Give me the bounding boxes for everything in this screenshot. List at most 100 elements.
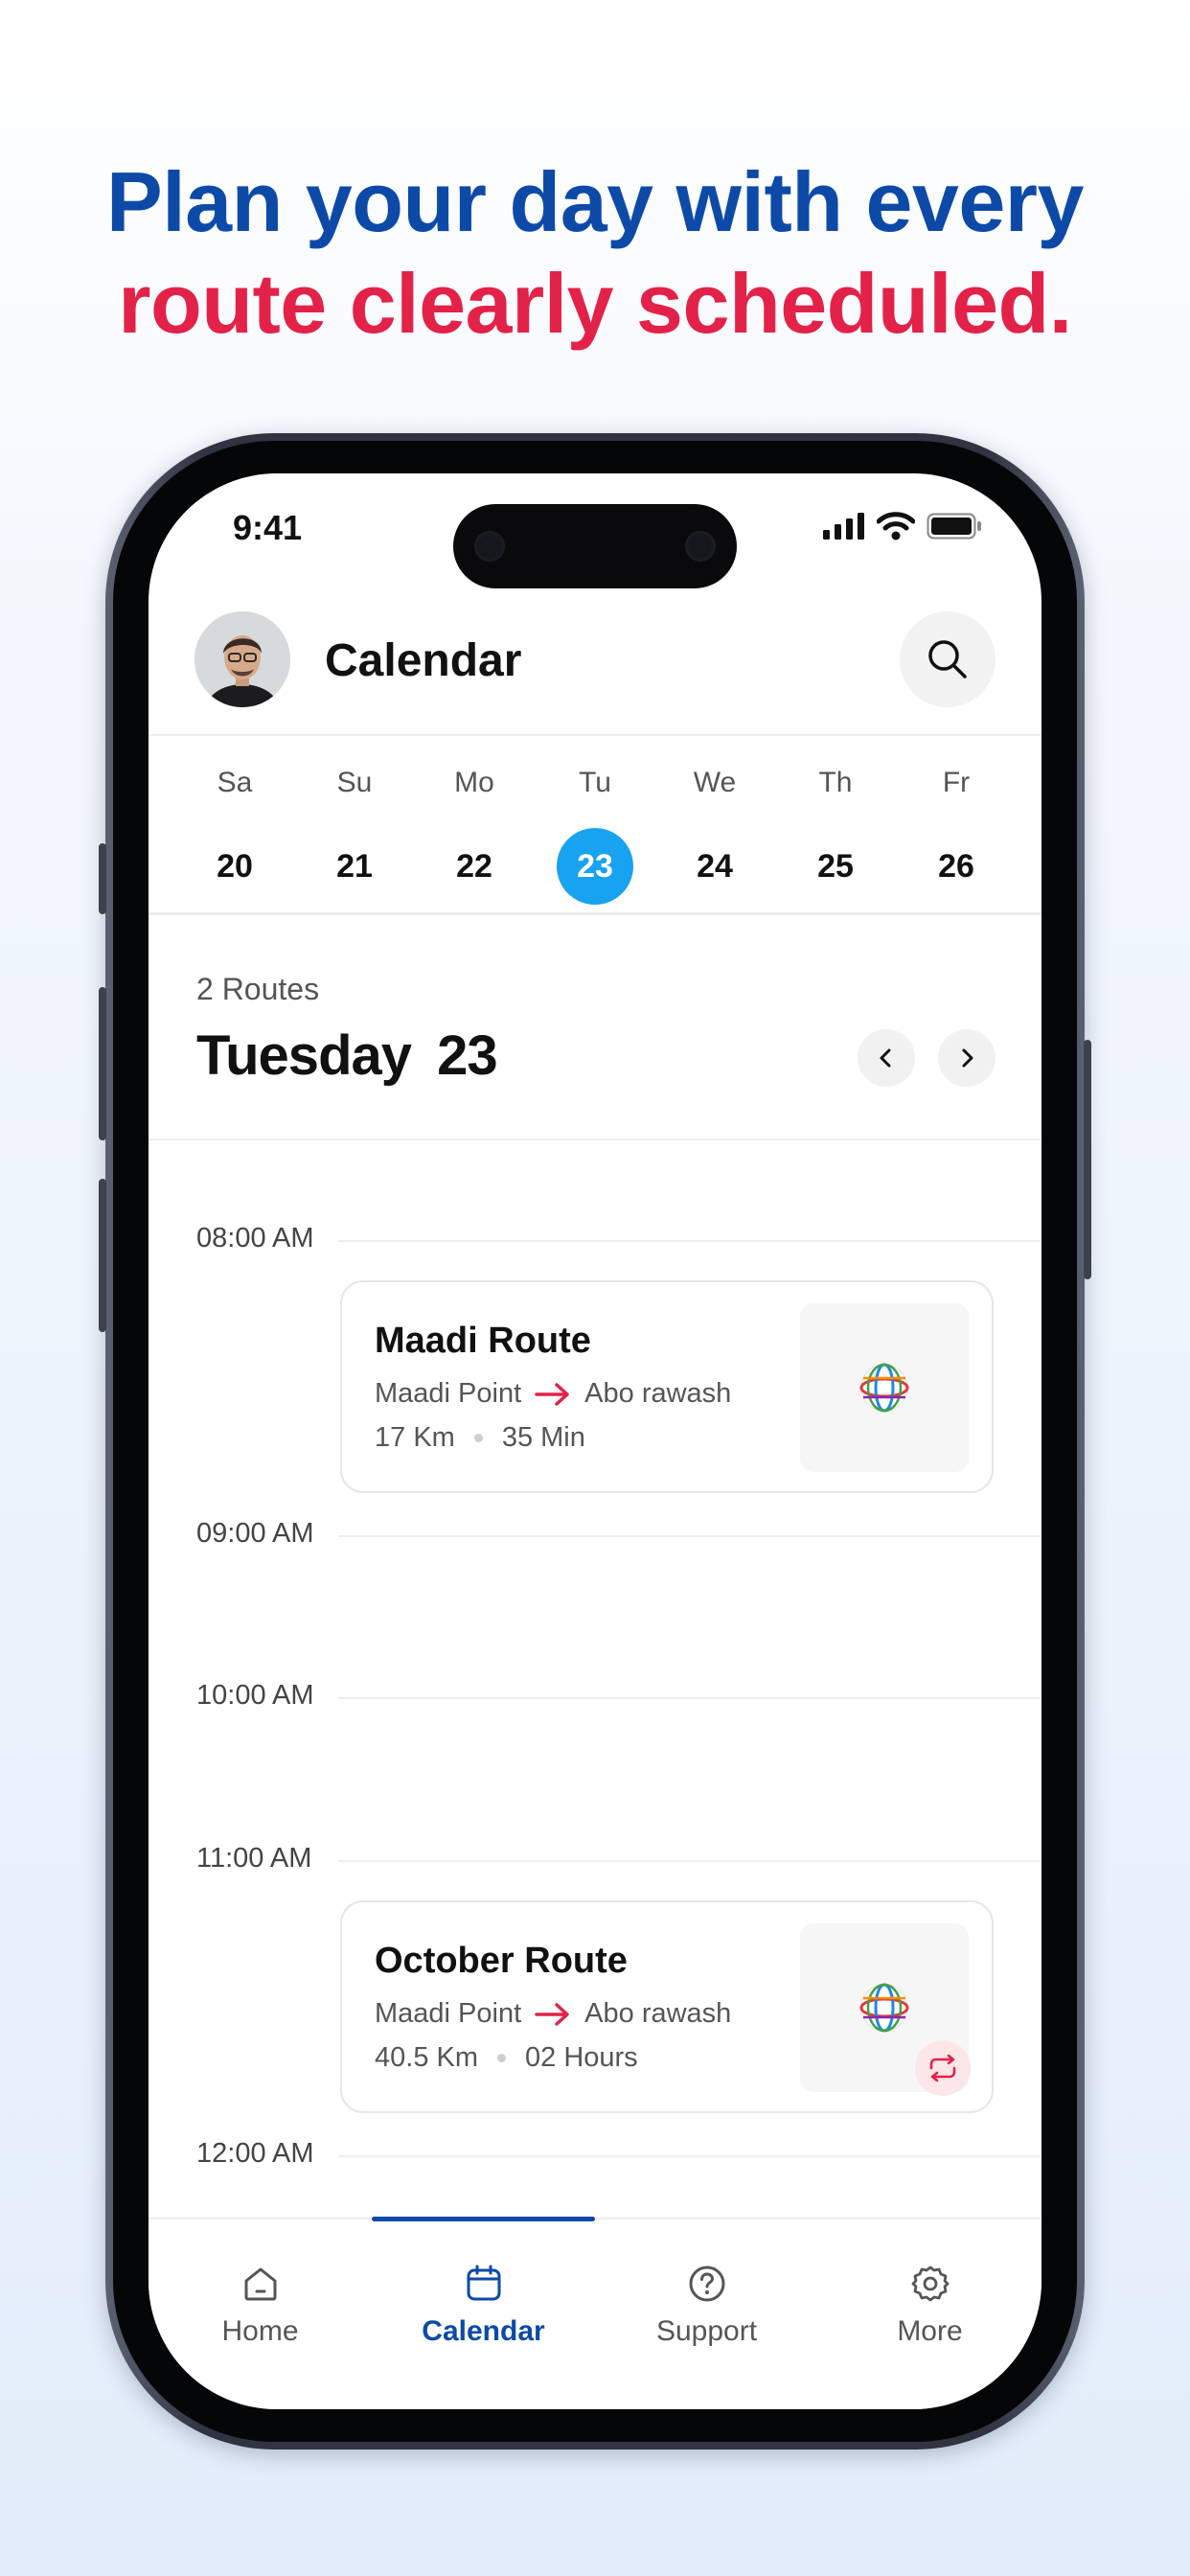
route-name: October Route (375, 1941, 628, 1981)
separator-dot (497, 2054, 506, 2062)
route-card[interactable]: October Route Maadi Point Abo rawash 40.… (340, 1900, 994, 2113)
wifi-icon (877, 512, 915, 540)
previous-day-button[interactable] (858, 1029, 915, 1087)
volume-down-button (99, 1179, 106, 1332)
tab-label: More (897, 2315, 963, 2347)
route-card[interactable]: Maadi Route Maadi Point Abo rawash 17 Km… (340, 1280, 994, 1493)
day-name: Sa (217, 767, 253, 798)
headline: Plan your day with every route clearly s… (0, 151, 1190, 355)
day-number: 21 (336, 848, 373, 885)
route-distance: 40.5 Km (375, 2042, 478, 2073)
status-icons (823, 512, 982, 540)
user-avatar-icon (195, 611, 290, 707)
route-to: Abo rawash (584, 1998, 732, 2029)
phone-screen: 9:41 Calendar Sa 20 Su 21 Mo 22 Tu 23 We… (149, 473, 1041, 2409)
time-label: 09:00 AM (196, 1518, 314, 1549)
day-sa[interactable]: Sa 20 (177, 761, 292, 905)
route-thumbnail (800, 1923, 971, 2096)
route-distance: 17 Km (375, 1422, 455, 1453)
status-time: 9:41 (233, 508, 303, 547)
arrow-right-icon (535, 1382, 569, 1406)
day-number: 22 (456, 848, 492, 885)
time-label: 12:00 AM (196, 2138, 314, 2169)
action-button (99, 843, 106, 914)
day-name: We (693, 767, 737, 798)
separator-dot (473, 1434, 483, 1442)
search-icon (928, 640, 967, 678)
volume-up-button (99, 987, 106, 1140)
gear-icon (911, 2266, 949, 2302)
day-mo[interactable]: Mo 22 (417, 761, 532, 905)
cellular-signal-icon (823, 513, 864, 540)
routes-count: 2 Routes (196, 972, 320, 1006)
front-camera-icon (685, 531, 716, 562)
day-fr[interactable]: Fr 26 (899, 761, 1014, 905)
day-number: 26 (938, 848, 974, 885)
day-name: Fr (942, 767, 971, 798)
tab-label: Support (655, 2315, 758, 2347)
route-duration: 02 Hours (525, 2042, 638, 2073)
route-to: Abo rawash (584, 1378, 732, 1409)
day-heading-number: 23 (437, 1024, 498, 1087)
day-number: 23 (557, 828, 633, 905)
tab-home[interactable]: Home (149, 2258, 372, 2348)
search-button[interactable] (900, 611, 995, 707)
route-path: Maadi Point Abo rawash (375, 1998, 731, 2030)
route-from: Maadi Point (375, 1998, 522, 2029)
tab-label: Calendar (422, 2315, 545, 2347)
route-meta: 40.5 Km 02 Hours (375, 2042, 638, 2074)
bottom-tab-bar: Home Calendar Support More (149, 2217, 1041, 2409)
headline-line-2: route clearly scheduled. (118, 256, 1072, 351)
repeat-icon (929, 2055, 956, 2082)
company-globe-logo-icon (859, 1983, 909, 2033)
day-number: 20 (217, 848, 253, 885)
day-tu-selected[interactable]: Tu 23 (538, 761, 652, 905)
tab-support[interactable]: Support (595, 2258, 818, 2348)
time-gridline (338, 1860, 1041, 1862)
time-gridline (338, 1697, 1041, 1699)
chevron-right-icon (962, 1048, 973, 1068)
tab-label: Home (221, 2315, 299, 2347)
dynamic-island (453, 504, 737, 588)
front-sensor-icon (474, 531, 505, 562)
day-number: 25 (817, 848, 854, 885)
day-name: Th (818, 767, 853, 798)
day-we[interactable]: We 24 (657, 761, 772, 905)
time-label: 11:00 AM (196, 1843, 312, 1874)
day-number: 24 (697, 848, 733, 885)
home-icon (244, 2267, 276, 2301)
route-meta: 17 Km 35 Min (375, 1422, 585, 1454)
time-label: 08:00 AM (196, 1223, 314, 1254)
time-label: 10:00 AM (196, 1680, 314, 1711)
tab-calendar[interactable]: Calendar (372, 2258, 595, 2348)
route-name: Maadi Route (375, 1321, 591, 1361)
avatar[interactable] (195, 611, 290, 707)
day-name: Tu (579, 767, 611, 798)
next-day-button[interactable] (938, 1029, 995, 1087)
time-gridline (338, 1535, 1041, 1537)
week-divider (149, 912, 1041, 915)
summary-divider (149, 1138, 1041, 1140)
route-path: Maadi Point Abo rawash (375, 1378, 731, 1410)
battery-icon (927, 513, 981, 540)
arrow-right-icon (535, 2002, 569, 2026)
help-circle-icon (689, 2266, 724, 2302)
day-heading: Tuesday 23 (196, 1024, 498, 1088)
header-divider (149, 734, 1041, 736)
power-button (1084, 1040, 1091, 1279)
calendar-icon (467, 2265, 500, 2301)
page-title: Calendar (325, 635, 522, 686)
route-duration: 35 Min (501, 1422, 585, 1453)
tab-more[interactable]: More (818, 2258, 1041, 2348)
day-name: Mo (454, 767, 494, 798)
company-globe-logo-icon (859, 1363, 909, 1413)
active-tab-indicator (372, 2217, 595, 2221)
chevron-left-icon (880, 1048, 891, 1068)
route-from: Maadi Point (375, 1378, 522, 1409)
day-heading-name: Tuesday (196, 1024, 412, 1087)
day-th[interactable]: Th 25 (778, 761, 893, 905)
week-strip: Sa 20 Su 21 Mo 22 Tu 23 We 24 Th 25 Fr 2… (149, 761, 1041, 905)
time-gridline (338, 2155, 1041, 2157)
day-su[interactable]: Su 21 (297, 761, 412, 905)
headline-line-1: Plan your day with every (106, 154, 1084, 249)
